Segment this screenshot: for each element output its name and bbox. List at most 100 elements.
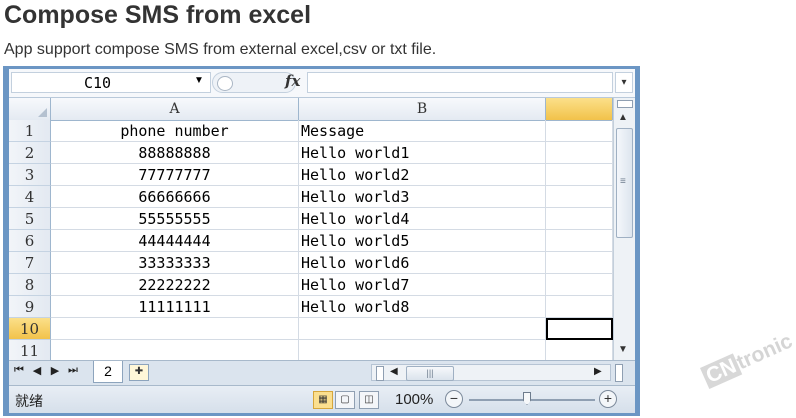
cell-c[interactable] — [546, 340, 613, 360]
cell-c[interactable] — [546, 186, 613, 208]
cell-b[interactable]: Hello world1 — [299, 142, 546, 164]
select-all-corner[interactable] — [9, 98, 51, 120]
cell-a[interactable] — [51, 340, 299, 360]
cell-b[interactable] — [299, 340, 546, 360]
prev-sheet-icon[interactable]: ◀ — [31, 364, 43, 377]
table-row: 2 88888888 Hello world1 — [9, 142, 613, 164]
scroll-down-icon[interactable]: ▼ — [618, 344, 628, 355]
grip-icon: ≡ — [620, 176, 626, 187]
page-icon: ▢ — [340, 394, 350, 405]
zoom-out-button[interactable]: − — [445, 390, 463, 408]
table-row: 6 44444444 Hello world5 — [9, 230, 613, 252]
cell-b[interactable]: Message — [299, 120, 546, 142]
page-title: Compose SMS from excel — [4, 1, 312, 29]
excel-inner: C10 ▼ fx ▾ A B 1 phone number Message 2 … — [9, 69, 635, 413]
row-header-selected[interactable]: 10 — [9, 318, 51, 340]
cell-c[interactable] — [546, 296, 613, 318]
watermark-tronic: tronic — [733, 329, 796, 375]
sheet-tab[interactable]: 2 — [93, 361, 123, 383]
cell-b[interactable]: Hello world3 — [299, 186, 546, 208]
cell-b[interactable] — [299, 318, 546, 340]
cell-a[interactable]: 33333333 — [51, 252, 299, 274]
insert-sheet-icon[interactable]: ✚ — [129, 364, 149, 381]
cell-a[interactable]: 55555555 — [51, 208, 299, 230]
cell-c[interactable] — [546, 230, 613, 252]
name-box-value: C10 — [84, 74, 112, 92]
table-row: 3 77777777 Hello world2 — [9, 164, 613, 186]
page-break-icon: ◫ — [364, 394, 374, 405]
active-cell[interactable] — [546, 318, 613, 340]
table-row: 1 phone number Message — [9, 120, 613, 142]
column-header-c[interactable] — [546, 98, 613, 120]
cell-b[interactable]: Hello world6 — [299, 252, 546, 274]
cell-a[interactable]: 88888888 — [51, 142, 299, 164]
zoom-slider-thumb[interactable] — [523, 392, 531, 405]
page-break-preview-button[interactable]: ◫ — [359, 391, 379, 409]
cell-b[interactable]: Hello world4 — [299, 208, 546, 230]
status-text: 就绪 — [15, 394, 43, 410]
name-box[interactable]: C10 ▼ — [11, 72, 211, 93]
chevron-down-icon[interactable]: ▼ — [194, 75, 204, 86]
table-row: 9 11111111 Hello world8 — [9, 296, 613, 318]
split-box[interactable] — [617, 100, 633, 108]
row-header[interactable]: 5 — [9, 208, 51, 230]
column-header-b[interactable]: B — [299, 98, 546, 120]
cell-b[interactable]: Hello world5 — [299, 230, 546, 252]
cell-a[interactable]: 22222222 — [51, 274, 299, 296]
first-sheet-icon[interactable]: ⏮ — [13, 364, 25, 377]
scroll-up-icon[interactable]: ▲ — [618, 112, 628, 123]
split-box[interactable] — [376, 366, 384, 381]
status-bar: 就绪 ▦ ▢ ◫ 100% − + — [9, 385, 635, 413]
cell-a[interactable] — [51, 318, 299, 340]
page-layout-button[interactable]: ▢ — [335, 391, 355, 409]
cell-c[interactable] — [546, 120, 613, 142]
formula-input[interactable] — [307, 72, 613, 93]
cell-c[interactable] — [546, 208, 613, 230]
row-header[interactable]: 8 — [9, 274, 51, 296]
insert-function-icon[interactable]: fx — [285, 72, 300, 90]
triangle-icon — [38, 108, 47, 117]
cell-c[interactable] — [546, 252, 613, 274]
cell-a[interactable]: 66666666 — [51, 186, 299, 208]
row-header[interactable]: 11 — [9, 340, 51, 360]
table-row: 11 — [9, 340, 613, 360]
horizontal-scroll-thumb[interactable]: ||| — [406, 366, 454, 381]
row-header[interactable]: 9 — [9, 296, 51, 318]
split-box[interactable] — [615, 364, 623, 382]
cell-b[interactable]: Hello world7 — [299, 274, 546, 296]
cell-c[interactable] — [546, 142, 613, 164]
horizontal-scrollbar[interactable]: ◀ ||| ▶ — [371, 364, 611, 381]
cell-a[interactable]: 77777777 — [51, 164, 299, 186]
vertical-scroll-thumb[interactable]: ≡ — [616, 128, 633, 238]
cell-a[interactable]: 44444444 — [51, 230, 299, 252]
normal-view-button[interactable]: ▦ — [313, 391, 333, 409]
cell-a[interactable]: phone number — [51, 120, 299, 142]
cell-a[interactable]: 11111111 — [51, 296, 299, 318]
row-header[interactable]: 7 — [9, 252, 51, 274]
chevron-down-icon: ▾ — [621, 77, 627, 88]
column-header-a[interactable]: A — [51, 98, 299, 120]
cell-b[interactable]: Hello world8 — [299, 296, 546, 318]
zoom-in-button[interactable]: + — [599, 390, 617, 408]
row-header[interactable]: 3 — [9, 164, 51, 186]
scroll-left-icon[interactable]: ◀ — [390, 366, 398, 377]
row-header[interactable]: 4 — [9, 186, 51, 208]
last-sheet-icon[interactable]: ⏭ — [67, 364, 79, 377]
table-row: 5 55555555 Hello world4 — [9, 208, 613, 230]
next-sheet-icon[interactable]: ▶ — [49, 364, 61, 377]
grip-icon: ||| — [426, 368, 434, 378]
vertical-scrollbar[interactable]: ▲ ≡ ▼ — [613, 98, 635, 360]
cell-c[interactable] — [546, 274, 613, 296]
sheet-tab-bar: ⏮ ◀ ▶ ⏭ 2 ✚ ◀ ||| ▶ — [9, 360, 635, 385]
row-header[interactable]: 1 — [9, 120, 51, 142]
row-header[interactable]: 6 — [9, 230, 51, 252]
plus-icon: + — [603, 390, 613, 406]
row-header[interactable]: 2 — [9, 142, 51, 164]
zoom-slider[interactable] — [469, 399, 595, 401]
expand-formula-bar-button[interactable]: ▾ — [615, 72, 633, 93]
scroll-right-icon[interactable]: ▶ — [594, 366, 602, 377]
cell-c[interactable] — [546, 164, 613, 186]
spreadsheet-grid: A B 1 phone number Message 2 88888888 He… — [9, 98, 613, 360]
cell-b[interactable]: Hello world2 — [299, 164, 546, 186]
zoom-level[interactable]: 100% — [395, 391, 433, 408]
